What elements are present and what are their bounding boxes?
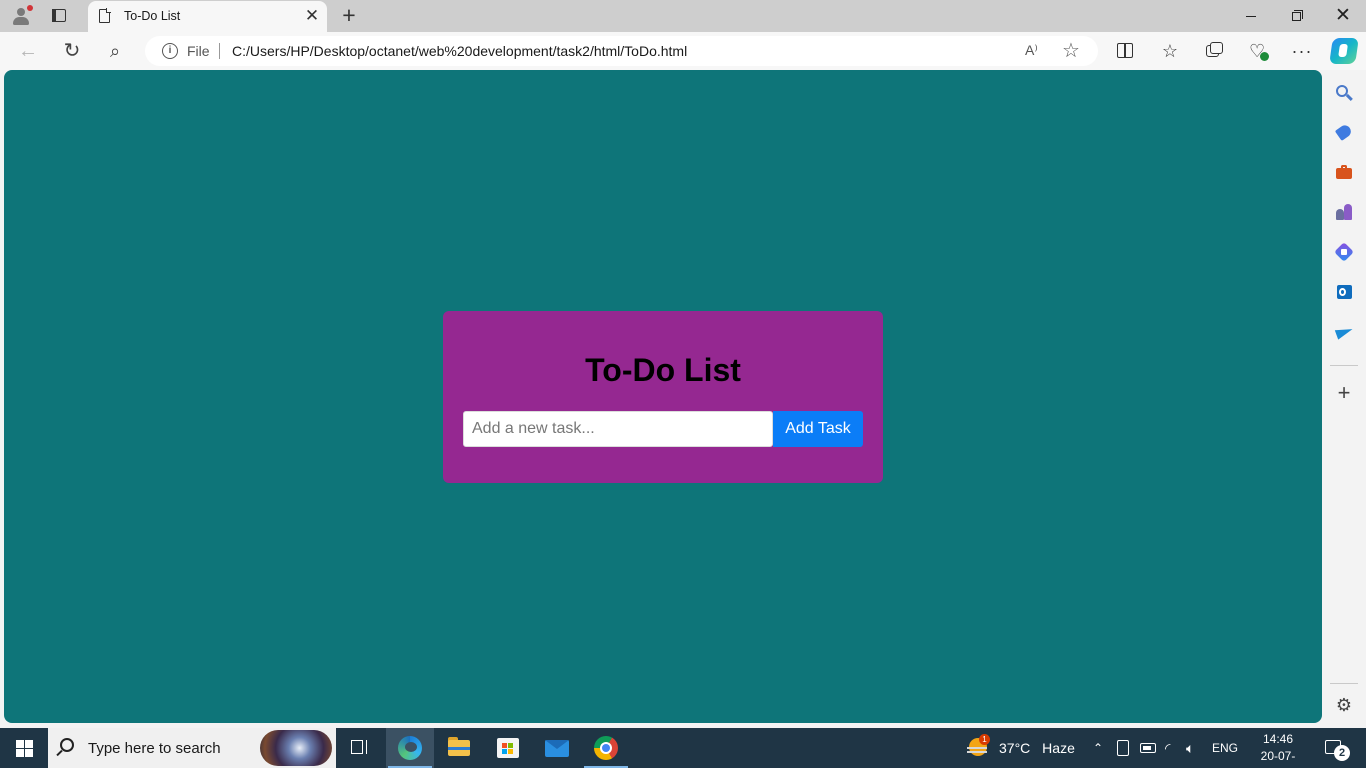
scheme-label: File: [187, 43, 210, 59]
taskbar-search-box[interactable]: Type here to search: [48, 728, 336, 768]
meet-now-icon[interactable]: [1117, 740, 1129, 756]
tab-title: To-Do List: [124, 9, 181, 23]
read-aloud-icon[interactable]: A⁾: [1025, 42, 1038, 59]
outlook-icon[interactable]: [1335, 283, 1353, 301]
weather-icon[interactable]: 1: [966, 728, 994, 768]
more-options-icon[interactable]: ···: [1290, 39, 1314, 63]
restore-button[interactable]: [1274, 0, 1320, 32]
mail-icon[interactable]: [533, 728, 581, 768]
browser-tab-active[interactable]: To-Do List ✕: [88, 1, 327, 32]
refresh-button[interactable]: ↻: [61, 40, 83, 62]
site-info-icon[interactable]: i: [162, 43, 178, 59]
microsoft-365-icon[interactable]: [1334, 242, 1354, 262]
close-window-button[interactable]: ✕: [1320, 0, 1366, 32]
show-hidden-icons-chevron-icon[interactable]: ⌃: [1090, 728, 1106, 768]
add-sidebar-app-icon[interactable]: +: [1334, 382, 1354, 404]
weather-temperature: 37°C: [999, 740, 1031, 756]
browser-essentials-icon[interactable]: ♡: [1246, 39, 1270, 63]
search-icon: [60, 738, 74, 752]
taskbar-clock[interactable]: 14:46 20-07-2024: [1248, 728, 1308, 768]
new-tab-button[interactable]: +: [338, 3, 360, 27]
todo-card: To-Do List Add Task: [443, 311, 883, 483]
clock-time: 14:46: [1262, 732, 1294, 746]
windows-taskbar: Type here to search 1 37°C Haze ⌃ ◜ 🔈︎ E…: [0, 728, 1366, 768]
windows-start-button[interactable]: [0, 728, 48, 768]
games-icon[interactable]: [1335, 203, 1353, 221]
favorites-icon[interactable]: ☆: [1158, 39, 1182, 63]
copilot-icon[interactable]: [1329, 38, 1359, 64]
task-input[interactable]: [463, 411, 773, 447]
url-text[interactable]: C:/Users/HP/Desktop/octanet/web%20develo…: [232, 43, 687, 59]
search-button[interactable]: ⌕: [104, 40, 126, 62]
microsoft-store-icon[interactable]: [484, 728, 532, 768]
address-bar[interactable]: i File C:/Users/HP/Desktop/octanet/web%2…: [145, 36, 1098, 66]
notification-count-badge: 2: [1334, 745, 1350, 761]
network-icon[interactable]: ◜: [1165, 728, 1181, 768]
sidebar-divider: [1330, 365, 1358, 366]
clock-date: 20-07-2024: [1260, 749, 1296, 768]
send-icon[interactable]: [1334, 323, 1355, 341]
taskbar-search-placeholder: Type here to search: [88, 740, 221, 757]
sidebar-settings-icon[interactable]: ⚙: [1334, 695, 1354, 715]
shopping-icon[interactable]: [1334, 123, 1354, 141]
volume-icon[interactable]: 🔈︎: [1186, 728, 1204, 768]
edge-sidebar: + ⚙: [1322, 70, 1366, 728]
back-button[interactable]: ←: [17, 40, 39, 62]
chrome-icon[interactable]: [582, 728, 630, 768]
input-language[interactable]: ENG: [1212, 728, 1238, 768]
add-favorite-icon[interactable]: ☆: [1062, 38, 1080, 63]
search-icon[interactable]: [1335, 84, 1353, 102]
weather-condition: Haze: [1042, 740, 1075, 756]
page-title: To-Do List: [585, 352, 741, 388]
weather-alert-badge: 1: [979, 734, 990, 745]
browser-tab-bar: To-Do List ✕ + ✕: [0, 0, 1366, 32]
notification-center-icon[interactable]: 2: [1322, 728, 1352, 768]
tools-icon[interactable]: [1335, 163, 1353, 181]
collections-icon[interactable]: [1202, 39, 1226, 63]
profile-avatar-icon[interactable]: [10, 5, 33, 27]
minimize-button[interactable]: [1228, 0, 1274, 32]
page-icon: [99, 8, 111, 23]
address-separator: [219, 43, 220, 59]
split-screen-icon[interactable]: [1113, 39, 1137, 63]
search-highlight-image[interactable]: [260, 730, 332, 766]
file-explorer-icon[interactable]: [435, 728, 483, 768]
tab-close-icon[interactable]: ✕: [303, 6, 321, 26]
task-view-icon[interactable]: [336, 728, 384, 768]
page-viewport: To-Do List Add Task: [4, 70, 1322, 723]
edge-browser-icon[interactable]: [386, 728, 434, 768]
tab-actions-menu-icon[interactable]: [50, 7, 68, 25]
sidebar-divider: [1330, 683, 1358, 684]
weather-widget[interactable]: 37°C Haze: [999, 728, 1075, 768]
browser-toolbar: ← ↻ ⌕ i File C:/Users/HP/Desktop/octanet…: [0, 32, 1366, 70]
battery-icon[interactable]: [1140, 743, 1156, 753]
add-task-button[interactable]: Add Task: [773, 411, 863, 447]
